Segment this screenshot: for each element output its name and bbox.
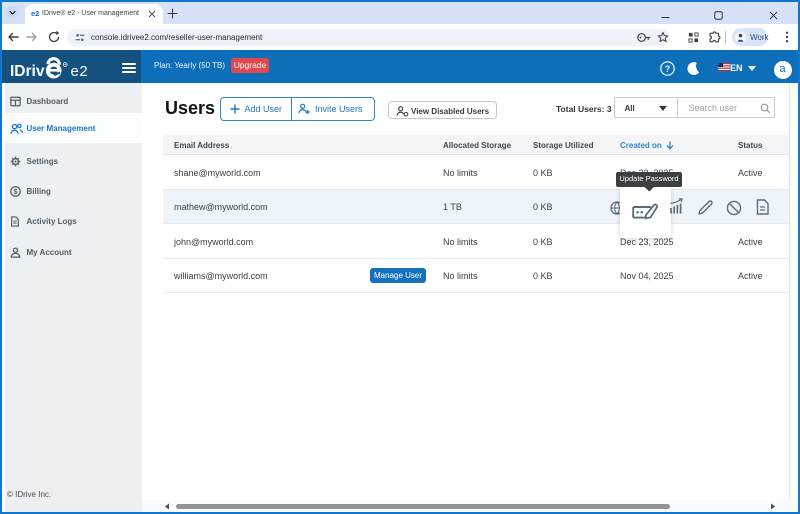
svg-text:e2: e2	[71, 63, 89, 80]
svg-text:?: ?	[665, 63, 671, 73]
svg-text:IDriv: IDriv	[10, 63, 45, 80]
svg-text:$: $	[13, 187, 17, 196]
